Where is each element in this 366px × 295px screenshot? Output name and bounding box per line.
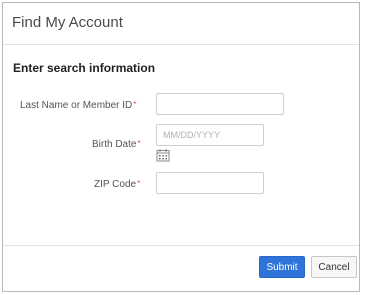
find-account-dialog: Find My Account Enter search information…: [2, 2, 360, 292]
birth-date-label-row: Birth Date*: [92, 139, 141, 150]
submit-button[interactable]: Submit: [259, 256, 305, 278]
last-name-input[interactable]: [156, 93, 284, 115]
birth-date-input[interactable]: [156, 124, 264, 146]
last-name-label: Last Name or Member ID: [20, 100, 133, 111]
zip-label-row: ZIP Code*: [94, 179, 140, 190]
required-mark: *: [137, 179, 141, 188]
zip-label: ZIP Code: [94, 179, 137, 190]
last-name-label-row: Last Name or Member ID*: [20, 100, 136, 111]
dialog-header: Find My Account: [3, 3, 359, 45]
cancel-button[interactable]: Cancel: [311, 256, 357, 278]
required-mark: *: [133, 100, 137, 109]
dialog-title: Find My Account: [12, 14, 123, 31]
section-heading: Enter search information: [13, 61, 156, 75]
birth-date-label: Birth Date: [92, 139, 137, 150]
dialog-footer: Submit Cancel: [3, 245, 359, 291]
calendar-icon[interactable]: [156, 148, 170, 162]
zip-input[interactable]: [156, 172, 264, 194]
required-mark: *: [137, 139, 141, 148]
